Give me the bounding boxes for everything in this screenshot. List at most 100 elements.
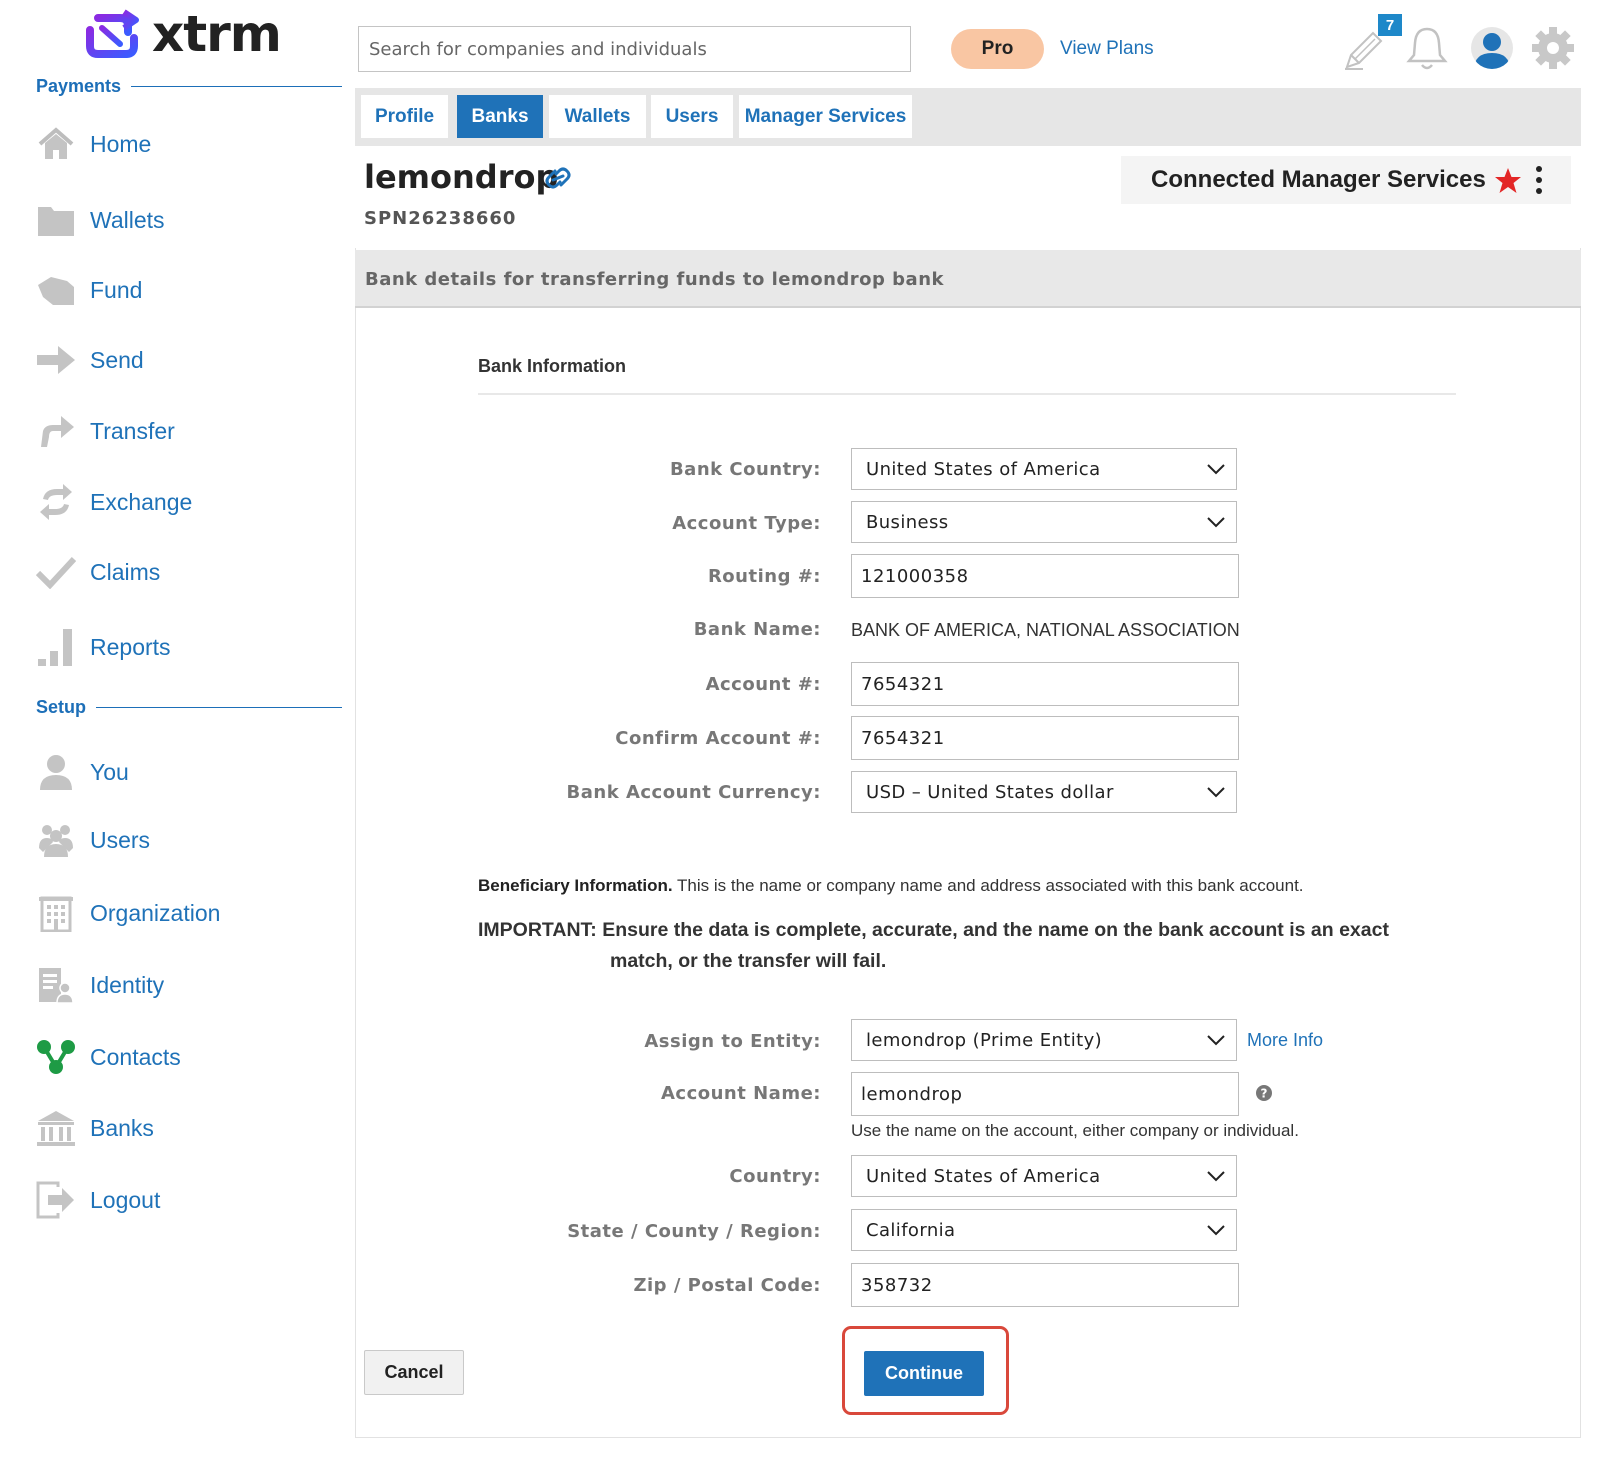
account-type-value: Business [866,511,949,533]
continue-button-label: Continue [885,1363,963,1383]
assign-entity-value: lemondrop (Prime Entity) [866,1029,1103,1051]
tab-label: Wallets [564,105,631,127]
sidebar-item-identity[interactable]: Identity [36,961,336,1009]
assign-entity-select[interactable]: lemondrop (Prime Entity) [851,1019,1237,1061]
assign-entity-label: Assign to Entity: [644,1031,821,1052]
zip-input[interactable] [851,1263,1239,1307]
tab-manager-services[interactable]: Manager Services [739,95,912,138]
logout-icon [36,1180,76,1220]
person-icon [36,752,76,792]
folder-icon [36,200,76,240]
sidebar-item-label: Exchange [90,488,193,515]
svg-text:?: ? [1261,1087,1268,1101]
setup-section-heading: Setup [36,697,342,718]
help-icon[interactable]: ? [1255,1084,1273,1107]
identity-icon [36,965,76,1005]
country-label: Country: [729,1166,821,1187]
more-options-icon[interactable] [1535,166,1543,194]
sidebar-item-label: Fund [90,276,143,303]
user-avatar-icon[interactable] [1469,25,1515,71]
link-icon[interactable] [543,165,573,196]
sidebar-item-label: Send [90,346,144,373]
sidebar-item-label: Identity [90,971,165,998]
account-name-label: Account Name: [660,1083,821,1104]
account-type-label: Account Type: [672,513,821,534]
checkmark-icon [36,552,76,592]
bank-information-heading: Bank Information [478,356,627,376]
account-name-input[interactable] [851,1072,1239,1116]
more-info-link[interactable]: More Info [1247,1030,1323,1051]
sidebar-item-wallets[interactable]: Wallets [36,196,336,244]
payments-heading-label: Payments [36,76,122,96]
account-id: SPN26238660 [364,208,517,229]
payments-section-heading: Payments [36,76,342,97]
beneficiary-info-title: Beneficiary Information. [478,876,673,895]
sidebar-item-transfer[interactable]: Transfer [36,407,336,455]
contacts-icon [36,1037,76,1077]
tab-bar: Profile Banks Wallets Users Manager Serv… [355,88,1581,146]
tab-users[interactable]: Users [651,95,733,138]
sidebar-item-users[interactable]: Users [36,816,336,864]
sidebar-item-label: Logout [90,1186,161,1213]
xtrm-logo[interactable]: xtrm [84,6,282,62]
bank-country-select[interactable]: United States of America [851,448,1237,490]
sidebar-item-logout[interactable]: Logout [36,1176,336,1224]
chevron-down-icon [1207,517,1225,528]
bank-icon [36,1108,76,1148]
sidebar-item-label: Banks [90,1114,154,1141]
building-icon [36,893,76,933]
account-number-input[interactable] [851,662,1239,706]
sidebar-item-label: Home [90,130,152,157]
continue-button[interactable]: Continue [864,1351,984,1396]
send-arrow-icon [36,340,76,380]
transfer-arrow-icon [36,411,76,451]
tab-label: Users [665,105,719,127]
important-warning-line1: IMPORTANT: Ensure the data is complete, … [478,919,1389,941]
pro-badge[interactable]: Pro [951,29,1044,69]
bell-icon[interactable] [1405,24,1449,72]
sidebar-item-banks[interactable]: Banks [36,1104,336,1152]
cancel-button[interactable]: Cancel [364,1350,464,1395]
sidebar-item-label: Reports [90,633,171,660]
chevron-down-icon [1207,1035,1225,1046]
beneficiary-info-text: Beneficiary Information. This is the nam… [478,876,1304,896]
bank-country-value: United States of America [866,458,1101,480]
sidebar-item-label: You [90,758,129,785]
setup-heading-label: Setup [36,697,87,717]
exchange-icon [36,482,76,522]
chevron-down-icon [1207,464,1225,475]
view-plans-link[interactable]: View Plans [1060,38,1154,60]
chevron-down-icon [1207,787,1225,798]
account-type-select[interactable]: Business [851,501,1237,543]
sidebar-item-fund[interactable]: Fund [36,266,336,314]
connected-manager-services[interactable]: Connected Manager Services [1121,156,1571,204]
connected-manager-services-label: Connected Manager Services [1151,166,1486,193]
confirm-account-label: Confirm Account #: [615,728,821,749]
sidebar-item-reports[interactable]: Reports [36,623,336,671]
currency-select[interactable]: USD – United States dollar [851,771,1237,813]
notification-count-badge[interactable]: 7 [1378,14,1402,36]
sidebar-item-send[interactable]: Send [36,336,336,384]
sidebar-item-claims[interactable]: Claims [36,548,336,596]
pro-badge-label: Pro [981,38,1014,59]
sidebar-item-organization[interactable]: Organization [36,889,336,937]
logo-mark-icon [86,9,139,58]
confirm-account-input[interactable] [851,716,1239,760]
sidebar-item-exchange[interactable]: Exchange [36,478,336,526]
sidebar-item-you[interactable]: You [36,748,336,796]
tab-wallets[interactable]: Wallets [549,95,646,138]
payments-heading-rule [131,86,342,87]
sidebar-item-home[interactable]: Home [36,120,336,168]
bank-name-value: BANK OF AMERICA, NATIONAL ASSOCIATION [851,620,1240,640]
sidebar-item-contacts[interactable]: Contacts [36,1033,336,1081]
search-input[interactable] [358,26,911,72]
bank-information-divider [478,393,1456,395]
tab-banks[interactable]: Banks [457,95,543,138]
routing-number-input[interactable] [851,554,1239,598]
tab-profile[interactable]: Profile [361,95,448,138]
sidebar-item-label: Claims [90,558,161,585]
setup-heading-rule [96,707,342,708]
country-select[interactable]: United States of America [851,1155,1237,1197]
state-select[interactable]: California [851,1209,1237,1251]
gear-icon[interactable] [1530,25,1576,71]
